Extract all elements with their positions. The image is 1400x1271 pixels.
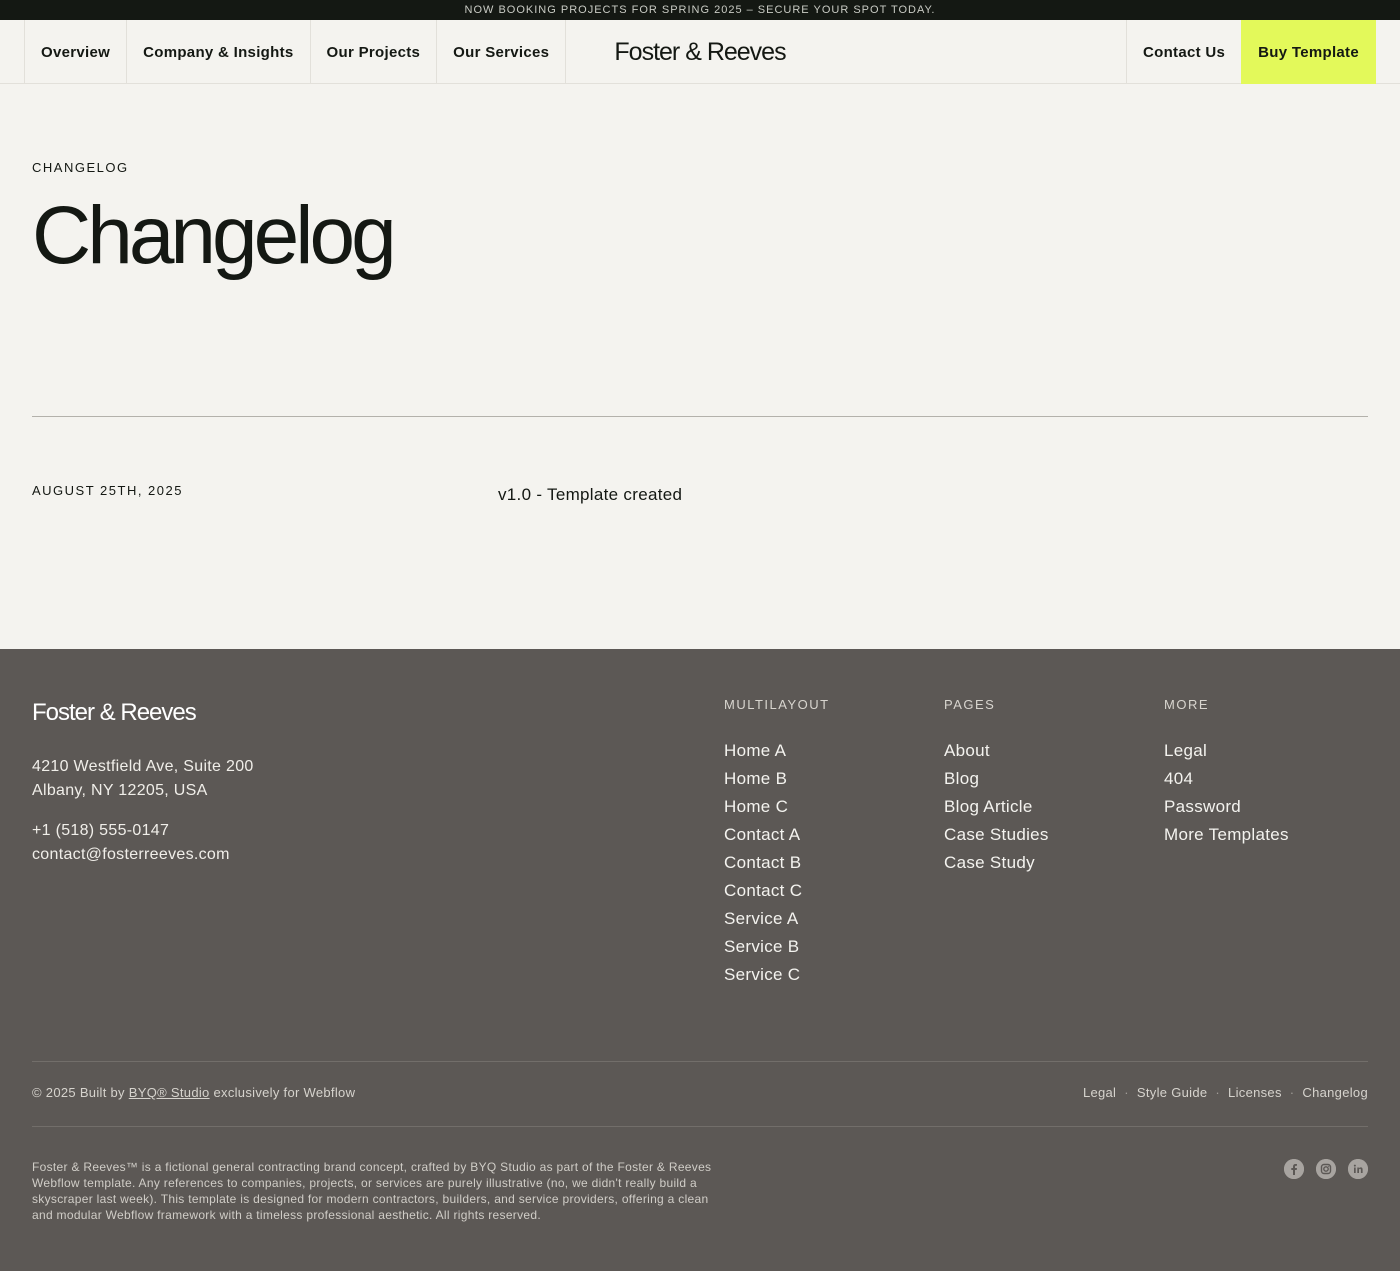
- nav-our-projects[interactable]: Our Projects: [309, 20, 437, 84]
- brand-logo[interactable]: Foster & Reeves: [614, 20, 786, 84]
- footer-link[interactable]: Home B: [724, 765, 830, 793]
- entry-description: v1.0 - Template created: [498, 485, 683, 504]
- footer-phone[interactable]: +1 (518) 555-0147: [32, 819, 230, 843]
- footer-link[interactable]: Service B: [724, 933, 830, 961]
- footer-link[interactable]: Contact A: [724, 821, 830, 849]
- footer-divider: [32, 1061, 1368, 1062]
- footer-link[interactable]: Case Study: [944, 849, 1049, 877]
- footer-link[interactable]: Legal: [1164, 737, 1289, 765]
- separator-dot: ·: [1215, 1085, 1221, 1100]
- footer-divider: [32, 1126, 1368, 1127]
- footer-link[interactable]: Blog: [944, 765, 1049, 793]
- footer-link[interactable]: Home C: [724, 793, 830, 821]
- hero-eyebrow: CHANGELOG: [32, 160, 129, 175]
- footer-address: 4210 Westfield Ave, Suite 200 Albany, NY…: [32, 755, 254, 803]
- site-footer: Foster & Reeves 4210 Westfield Ave, Suit…: [0, 649, 1400, 1271]
- studio-link[interactable]: BYQ® Studio: [129, 1085, 210, 1100]
- main-nav: Overview Company & Insights Our Projects…: [0, 20, 1400, 84]
- footer-disclaimer: Foster & Reeves™ is a fictional general …: [32, 1160, 712, 1222]
- footer-logo[interactable]: Foster & Reeves: [32, 699, 197, 727]
- banner-text: NOW BOOKING PROJECTS FOR SPRING 2025 – S…: [464, 4, 936, 16]
- address-line-2: Albany, NY 12205, USA: [32, 782, 208, 799]
- footer-link[interactable]: More Templates: [1164, 821, 1289, 849]
- footer-col-pages: PAGES About Blog Blog Article Case Studi…: [944, 697, 1049, 877]
- nav-overview[interactable]: Overview: [24, 20, 126, 84]
- footer-link[interactable]: About: [944, 737, 1049, 765]
- contact-us-button[interactable]: Contact Us: [1125, 20, 1241, 84]
- address-line-1: 4210 Westfield Ave, Suite 200: [32, 758, 254, 775]
- footer-link[interactable]: Contact C: [724, 877, 830, 905]
- footer-col-multilayout: MULTILAYOUT Home A Home B Home C Contact…: [724, 697, 830, 989]
- bottom-link-licenses[interactable]: Licenses: [1228, 1085, 1282, 1100]
- announcement-banner: NOW BOOKING PROJECTS FOR SPRING 2025 – S…: [0, 0, 1400, 20]
- bottom-link-legal[interactable]: Legal: [1083, 1085, 1116, 1100]
- footer-link[interactable]: 404: [1164, 765, 1289, 793]
- separator-dot: ·: [1124, 1085, 1129, 1100]
- footer-link[interactable]: Blog Article: [944, 793, 1049, 821]
- copyright: © 2025 Built by BYQ® Studio exclusively …: [32, 1085, 355, 1100]
- instagram-icon[interactable]: [1316, 1159, 1336, 1179]
- nav-company-insights[interactable]: Company & Insights: [126, 20, 309, 84]
- nav-actions: Contact Us Buy Template: [1125, 20, 1400, 84]
- hero-section: CHANGELOG Changelog: [0, 84, 1400, 416]
- footer-email[interactable]: contact@fosterreeves.com: [32, 843, 230, 867]
- entry-date: AUGUST 25TH, 2025: [32, 483, 183, 498]
- copyright-prefix: © 2025 Built by: [32, 1085, 129, 1100]
- changelog-entry: AUGUST 25TH, 2025 v1.0 - Template create…: [0, 417, 1400, 649]
- col-heading: PAGES: [944, 697, 996, 712]
- page-title: Changelog: [32, 190, 397, 281]
- footer-link[interactable]: Case Studies: [944, 821, 1049, 849]
- footer-bottom-links: Legal · Style Guide · Licenses · Changel…: [1083, 1085, 1368, 1100]
- footer-col-more: MORE Legal 404 Password More Templates: [1164, 697, 1289, 849]
- bottom-link-style-guide[interactable]: Style Guide: [1137, 1085, 1208, 1100]
- footer-link[interactable]: Contact B: [724, 849, 830, 877]
- footer-contact: +1 (518) 555-0147 contact@fosterreeves.c…: [32, 819, 230, 867]
- facebook-icon[interactable]: [1284, 1159, 1304, 1179]
- footer-link[interactable]: Home A: [724, 737, 830, 765]
- separator-dot: ·: [1289, 1085, 1295, 1100]
- linkedin-icon[interactable]: [1348, 1159, 1368, 1179]
- nav-our-services[interactable]: Our Services: [436, 20, 567, 84]
- col-heading: MULTILAYOUT: [724, 697, 830, 712]
- footer-link[interactable]: Password: [1164, 793, 1289, 821]
- nav-links: Overview Company & Insights Our Projects…: [0, 20, 567, 84]
- copyright-suffix: exclusively for Webflow: [209, 1085, 356, 1100]
- footer-link[interactable]: Service C: [724, 961, 830, 989]
- bottom-link-changelog[interactable]: Changelog: [1302, 1085, 1368, 1100]
- buy-template-button[interactable]: Buy Template: [1241, 20, 1376, 84]
- col-heading: MORE: [1164, 697, 1209, 712]
- social-links: [1284, 1159, 1368, 1179]
- footer-link[interactable]: Service A: [724, 905, 830, 933]
